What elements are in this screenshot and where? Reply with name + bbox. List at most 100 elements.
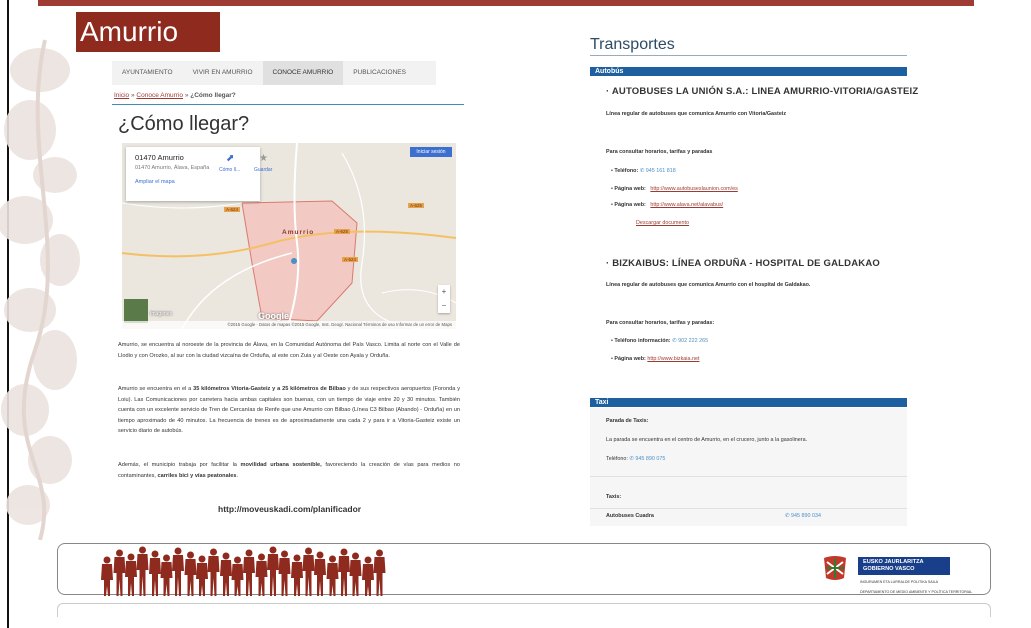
person-silhouette xyxy=(349,552,362,596)
map-enlarge-link[interactable]: Ampliar el mapa xyxy=(135,179,175,185)
site-nav: AYUNTAMIENTO VIVIR EN AMURRIO CONOCE AMU… xyxy=(112,61,436,85)
person-silhouette xyxy=(267,546,279,596)
phone-icon: ✆ xyxy=(639,168,645,174)
slide-title: Amurrio xyxy=(76,12,220,52)
bus1-desc: Línea regular de autobuses que comunica … xyxy=(606,111,787,117)
zoom-in-button[interactable]: + xyxy=(438,285,450,299)
map-place-title: 01470 Amurrio xyxy=(135,153,184,162)
download-document-link[interactable]: Descargar documento xyxy=(636,220,689,226)
taxis-title: Taxis: xyxy=(606,494,622,500)
road-label: A-625 xyxy=(408,203,425,208)
gov-name-eu: EUSKO JAURLARITZA xyxy=(863,559,924,565)
divider xyxy=(112,104,464,105)
person-silhouette xyxy=(160,554,173,596)
person-silhouette xyxy=(362,556,374,596)
directions-label[interactable]: Cómo ll... xyxy=(219,167,240,173)
taxi-company-phone: ✆ 945 890 034 xyxy=(785,513,821,519)
bus2-phone: • Teléfono información: ✆ 902 222 265 xyxy=(611,338,709,344)
divider xyxy=(590,508,907,509)
google-logo: Google xyxy=(258,311,289,321)
divider xyxy=(590,55,907,56)
person-silhouette xyxy=(172,547,184,596)
text-span: . xyxy=(236,472,239,479)
text-span: Además, el municipio trabaja por facilit… xyxy=(118,462,241,468)
web-label: Página web: xyxy=(614,202,646,208)
bus1-heading: · AUTOBUSES LA UNIÓN S.A.: LINEA AMURRIO… xyxy=(606,86,919,97)
person-silhouette xyxy=(149,550,161,596)
text-bold: 35 kilómetros Vitoria-Gasteiz y a 25 kil… xyxy=(193,386,346,392)
person-silhouette xyxy=(101,556,113,596)
road-label: A-624 xyxy=(342,257,359,262)
breadcrumb: Inicio » Conoce Amurrio » ¿Cómo llegar? xyxy=(114,92,236,99)
person-silhouette xyxy=(255,553,268,596)
satellite-toggle[interactable] xyxy=(124,299,148,323)
dept-es: DEPARTAMENTO DE MEDIO AMBIENTE Y POLÍTIC… xyxy=(860,590,973,594)
nav-item-publicaciones[interactable]: PUBLICACIONES xyxy=(343,61,416,85)
phone-number[interactable]: 945 890 075 xyxy=(635,456,665,462)
person-silhouette xyxy=(373,549,386,596)
bus2-heading: · BIZKAIBUS: LÍNEA ORDUÑA - HOSPITAL DE … xyxy=(606,258,881,269)
web-link[interactable]: http://www.bizkaia.net xyxy=(647,356,699,362)
intro-paragraph: Amurrio, se encuentra al noroeste de la … xyxy=(118,342,460,359)
star-icon[interactable]: ★ xyxy=(259,153,268,164)
taxi-panel xyxy=(590,408,907,526)
phone-number[interactable]: 945 161 818 xyxy=(646,168,676,174)
bus1-web1: • Página web: http://www.autobuseslaunio… xyxy=(611,186,738,192)
web-link[interactable]: http://www.autobuseslaunion.com/es xyxy=(650,186,738,192)
person-silhouette xyxy=(314,551,326,596)
person-silhouette xyxy=(231,556,244,596)
dept-eu: INGURUMEN ETA LURRALDE POLITIKA SAILA xyxy=(860,580,939,584)
directions-icon[interactable]: ⬈ xyxy=(226,153,234,164)
amurrio-webpage-screenshot: AYUNTAMIENTO VIVIR EN AMURRIO CONOCE AMU… xyxy=(108,57,468,527)
decorative-leaf-ornament xyxy=(0,39,80,540)
person-silhouette xyxy=(326,555,339,596)
map-info-card: 01470 Amurrio 01470 Amurrio, Álava, Espa… xyxy=(126,147,272,201)
person-silhouette xyxy=(136,546,149,596)
text-bold: carriles bici y vías peatonales xyxy=(157,472,237,479)
zoom-out-button[interactable]: − xyxy=(438,299,450,313)
nav-item-conoce[interactable]: CONOCE AMURRIO xyxy=(262,61,344,85)
text-bold: movilidad urbana sostenible, xyxy=(240,462,322,468)
gov-name: EUSKO JAURLARITZA GOBIERNO VASCO xyxy=(863,559,924,573)
phone-icon: ✆ xyxy=(629,456,634,462)
road-label: A-624 xyxy=(224,207,241,212)
bus1-consult: Para consultar horarios, tarifas y parad… xyxy=(606,149,713,155)
phone-number[interactable]: 945 890 034 xyxy=(791,513,821,519)
taxi-stop-title: Parada de Taxis: xyxy=(606,418,649,424)
gov-name-es: GOBIERNO VASCO xyxy=(863,566,915,572)
phone-label: Teléfono información: xyxy=(614,338,671,344)
bus2-web: • Página web: http://www.bizkaia.net xyxy=(611,356,700,362)
breadcrumb-home[interactable]: Inicio xyxy=(114,92,129,99)
person-silhouette xyxy=(338,548,350,596)
phone-label: Teléfono: xyxy=(606,456,628,462)
nav-item-ayuntamiento[interactable]: AYUNTAMIENTO xyxy=(112,61,183,85)
text-span: Amurrio se encuentra en el a xyxy=(118,386,194,392)
road-label: A-625 xyxy=(334,229,351,234)
top-accent-bar xyxy=(38,0,974,6)
bus2-consult: Para consultar horarios, tarifas y parad… xyxy=(606,320,715,326)
breadcrumb-section[interactable]: Conoce Amurrio xyxy=(136,92,183,99)
mobility-paragraph: Además, el municipio trabaja por facilit… xyxy=(118,460,460,481)
bus1-heading-text: AUTOBUSES LA UNIÓN S.A.: LINEA AMURRIO-V… xyxy=(611,86,919,97)
page-heading: ¿Cómo llegar? xyxy=(118,113,250,135)
map-zoom-control[interactable]: + − xyxy=(438,285,450,313)
web-label: Página web: xyxy=(614,356,646,362)
bus1-phone: • Teléfono: ✆ 945 161 818 xyxy=(611,168,676,174)
planner-link[interactable]: http://moveuskadi.com/planificador xyxy=(218,504,361,514)
save-label[interactable]: Guardar xyxy=(254,167,272,173)
embedded-map[interactable]: 01470 Amurrio 01470 Amurrio, Álava, Espa… xyxy=(122,143,456,329)
divider xyxy=(590,476,907,477)
bus-section-bar: Autobús xyxy=(590,67,907,76)
web-link[interactable]: http://www.alava.net/alavabus/ xyxy=(650,202,723,208)
distance-paragraph: Amurrio se encuentra en el a 35 kilómetr… xyxy=(118,384,460,437)
phone-number[interactable]: 902 222 265 xyxy=(678,338,708,344)
phone-icon: ✆ xyxy=(672,338,677,344)
nav-item-vivir[interactable]: VIVIR EN AMURRIO xyxy=(183,61,263,85)
person-silhouette xyxy=(196,555,208,596)
taxi-section-bar: Taxi xyxy=(590,398,907,407)
bus2-heading-text: BIZKAIBUS: LÍNEA ORDUÑA - HOSPITAL DE GA… xyxy=(612,258,881,269)
map-signin-button[interactable]: Iniciar sesión xyxy=(410,147,452,157)
person-silhouette xyxy=(113,549,126,596)
satellite-label: Imágenes xyxy=(150,311,172,317)
person-silhouette xyxy=(302,547,315,596)
